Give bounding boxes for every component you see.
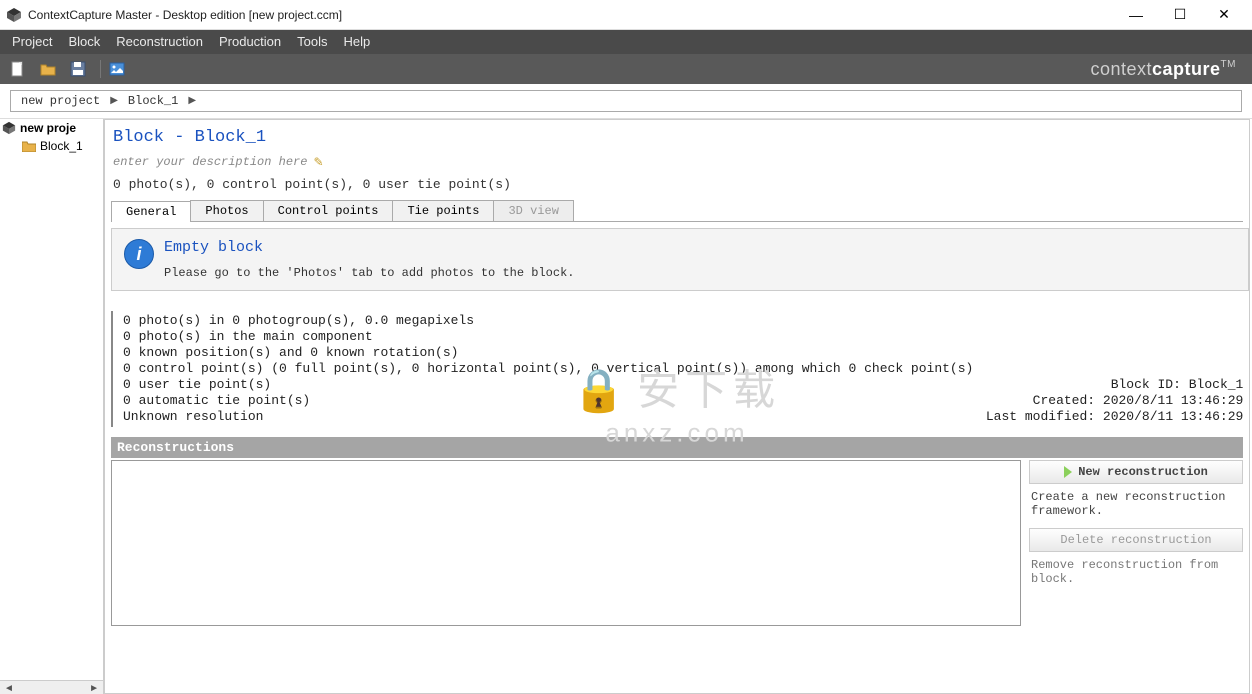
- maximize-button[interactable]: ☐: [1158, 1, 1202, 29]
- chevron-right-icon: ▶: [188, 95, 196, 107]
- tab-photos[interactable]: Photos: [190, 200, 263, 221]
- tab-bar: General Photos Control points Tie points…: [111, 198, 1243, 222]
- title-bar: ContextCapture Master - Desktop edition …: [0, 0, 1252, 30]
- menu-help[interactable]: Help: [336, 30, 379, 54]
- project-tree: new proje Block_1 ◄►: [0, 119, 104, 694]
- brand-logo: contextcaptureTM: [1090, 59, 1246, 80]
- new-reconstruction-description: Create a new reconstruction framework.: [1029, 484, 1243, 528]
- tree-root-node[interactable]: new proje: [0, 119, 103, 137]
- block-id-row: Block ID: Block_1: [973, 377, 1243, 393]
- open-folder-icon[interactable]: [36, 57, 60, 81]
- detail-line: 0 known position(s) and 0 known rotation…: [123, 345, 973, 361]
- content-pane: 🔒安下载 anxz.com Block - Block_1 enter your…: [104, 119, 1250, 694]
- tab-3d-view[interactable]: 3D view: [493, 200, 573, 221]
- breadcrumb-root[interactable]: new project: [17, 94, 104, 108]
- menu-reconstruction[interactable]: Reconstruction: [108, 30, 211, 54]
- detail-line: 0 photo(s) in the main component: [123, 329, 973, 345]
- image-icon[interactable]: [105, 57, 129, 81]
- detail-line: 0 user tie point(s): [123, 377, 973, 393]
- pencil-icon[interactable]: ✎: [313, 155, 323, 169]
- close-button[interactable]: ✕: [1202, 1, 1246, 29]
- menu-tools[interactable]: Tools: [289, 30, 335, 54]
- new-file-icon[interactable]: [6, 57, 30, 81]
- delete-reconstruction-description: Remove reconstruction from block.: [1029, 552, 1243, 596]
- app-icon: [6, 7, 22, 23]
- created-row: Created: 2020/8/11 13:46:29: [973, 393, 1243, 409]
- toolbar-separator: [100, 60, 101, 78]
- modified-row: Last modified: 2020/8/11 13:46:29: [973, 409, 1243, 425]
- new-reconstruction-button[interactable]: New reconstruction: [1029, 460, 1243, 484]
- tab-control-points[interactable]: Control points: [263, 200, 394, 221]
- block-details: 0 photo(s) in 0 photogroup(s), 0.0 megap…: [111, 311, 1249, 427]
- description-input[interactable]: enter your description here: [113, 155, 307, 169]
- tree-block-node[interactable]: Block_1: [0, 137, 103, 155]
- block-summary: 0 photo(s), 0 control point(s), 0 user t…: [111, 177, 1243, 198]
- tab-general[interactable]: General: [111, 201, 191, 222]
- menu-bar: Project Block Reconstruction Production …: [0, 30, 1252, 54]
- page-title: Block - Block_1: [111, 124, 1243, 155]
- folder-icon: [22, 140, 36, 152]
- menu-production[interactable]: Production: [211, 30, 289, 54]
- tree-block-label: Block_1: [40, 139, 83, 153]
- minimize-button[interactable]: —: [1114, 1, 1158, 29]
- menu-project[interactable]: Project: [4, 30, 60, 54]
- info-text: Please go to the 'Photos' tab to add pho…: [164, 266, 574, 280]
- reconstructions-header: Reconstructions: [111, 437, 1243, 458]
- info-title: Empty block: [164, 239, 574, 256]
- toolbar: contextcaptureTM: [0, 54, 1252, 84]
- main-split: new proje Block_1 ◄► 🔒安下载 anxz.com Block…: [0, 118, 1252, 694]
- tree-root-label: new proje: [20, 121, 76, 135]
- delete-reconstruction-button[interactable]: Delete reconstruction: [1029, 528, 1243, 552]
- tab-tie-points[interactable]: Tie points: [392, 200, 494, 221]
- detail-line: Unknown resolution: [123, 409, 973, 425]
- detail-line: 0 photo(s) in 0 photogroup(s), 0.0 megap…: [123, 313, 973, 329]
- detail-line: 0 control point(s) (0 full point(s), 0 h…: [123, 361, 973, 377]
- detail-line: 0 automatic tie point(s): [123, 393, 973, 409]
- breadcrumb-block[interactable]: Block_1: [124, 94, 182, 108]
- tree-scrollbar[interactable]: ◄►: [0, 680, 103, 694]
- play-icon: [1064, 466, 1072, 478]
- cube-icon: [2, 121, 16, 135]
- breadcrumb: new project ▶ Block_1 ▶: [10, 90, 1242, 112]
- info-icon: i: [124, 239, 154, 269]
- reconstruction-list[interactable]: [111, 460, 1021, 626]
- breadcrumb-wrap: new project ▶ Block_1 ▶: [0, 84, 1252, 118]
- menu-block[interactable]: Block: [60, 30, 108, 54]
- info-box: i Empty block Please go to the 'Photos' …: [111, 228, 1249, 291]
- save-icon[interactable]: [66, 57, 90, 81]
- chevron-right-icon: ▶: [110, 95, 118, 107]
- window-title: ContextCapture Master - Desktop edition …: [28, 8, 1114, 22]
